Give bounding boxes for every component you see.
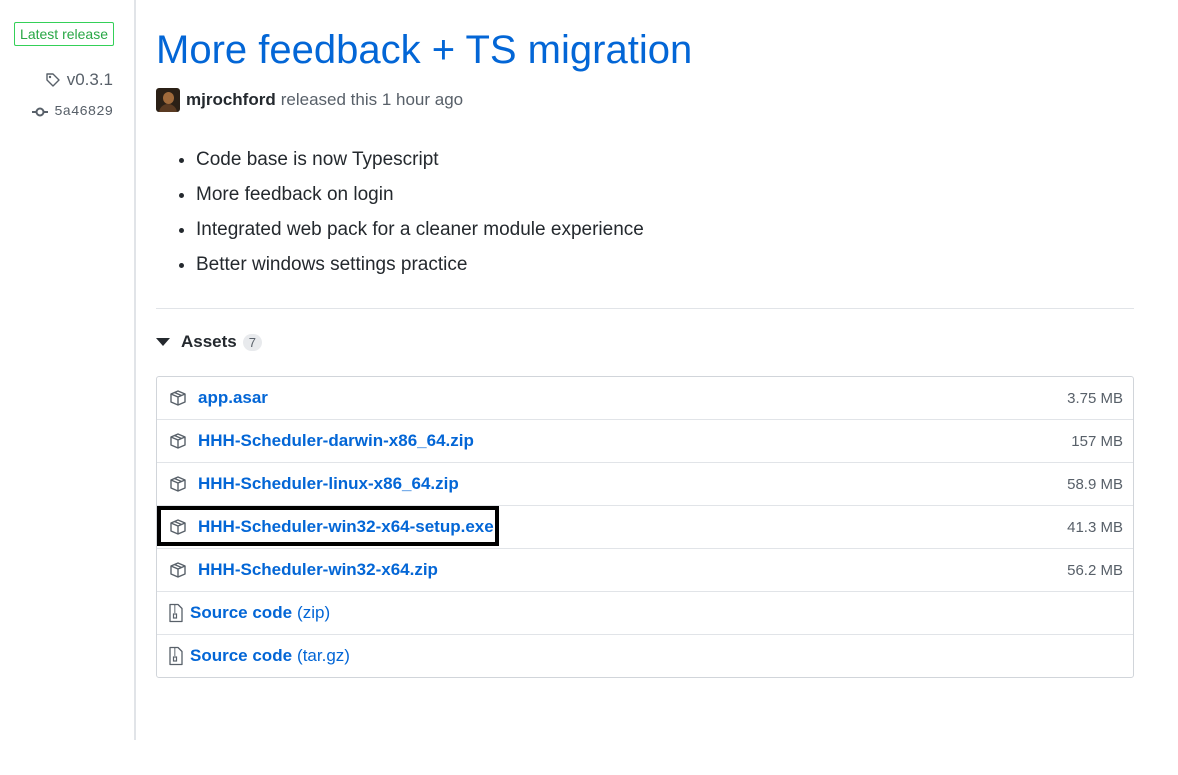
author-link[interactable]: mjrochford — [186, 90, 276, 110]
package-icon — [170, 519, 186, 535]
list-item: Code base is now Typescript — [196, 148, 644, 183]
asset-row: HHH-Scheduler-darwin-x86_64.zip 157 MB — [157, 420, 1133, 463]
asset-size: 56.2 MB — [1067, 561, 1123, 579]
source-code-zip-link[interactable]: Source code (zip) — [168, 603, 330, 623]
source-row: Source code (zip) — [157, 592, 1133, 635]
source-code-label: Source code — [190, 646, 293, 665]
release-time: released this 1 hour ago — [280, 90, 464, 109]
release-tag: v0.3.1 — [66, 70, 113, 89]
asset-name: app.asar — [198, 388, 268, 407]
source-code-label: Source code — [190, 603, 293, 622]
list-item: Better windows settings practice — [196, 253, 644, 288]
list-item: Integrated web pack for a cleaner module… — [196, 218, 644, 253]
assets-toggle[interactable]: Assets 7 — [156, 332, 262, 352]
release-notes: Code base is now Typescript More feedbac… — [178, 148, 644, 288]
asset-link-app-asar[interactable]: app.asar — [168, 388, 268, 408]
commit-sha: 5a46829 — [54, 104, 113, 120]
source-format: (tar.gz) — [297, 646, 350, 665]
source-code-targz-link[interactable]: Source code (tar.gz) — [168, 646, 350, 666]
asset-name: HHH-Scheduler-darwin-x86_64.zip — [198, 431, 474, 450]
assets-list: app.asar 3.75 MB HHH-Scheduler-darwin-x8… — [156, 376, 1134, 678]
asset-row: app.asar 3.75 MB — [157, 377, 1133, 420]
asset-name: HHH-Scheduler-linux-x86_64.zip — [198, 474, 459, 493]
divider — [156, 308, 1134, 309]
asset-size: 157 MB — [1071, 432, 1123, 450]
release-byline: mjrochford released this 1 hour ago — [156, 88, 463, 112]
tag-icon — [45, 73, 60, 87]
asset-row: HHH-Scheduler-win32-x64-setup.exe 41.3 M… — [157, 506, 1133, 549]
asset-name: HHH-Scheduler-win32-x64.zip — [198, 560, 438, 579]
list-item: More feedback on login — [196, 183, 644, 218]
asset-name: HHH-Scheduler-win32-x64-setup.exe — [198, 517, 494, 536]
asset-size: 41.3 MB — [1067, 518, 1123, 536]
source-row: Source code (tar.gz) — [157, 635, 1133, 677]
commit-link[interactable]: 5a46829 — [32, 104, 113, 120]
file-zip-icon — [169, 603, 183, 623]
package-icon — [170, 390, 186, 406]
asset-link-win32-setup-exe[interactable]: HHH-Scheduler-win32-x64-setup.exe — [168, 517, 494, 537]
asset-size: 3.75 MB — [1067, 389, 1123, 407]
release-sidebar: Latest release v0.3.1 5a46829 — [0, 0, 136, 740]
asset-link-darwin-zip[interactable]: HHH-Scheduler-darwin-x86_64.zip — [168, 431, 474, 451]
asset-link-win32-zip[interactable]: HHH-Scheduler-win32-x64.zip — [168, 560, 438, 580]
latest-release-badge: Latest release — [14, 22, 114, 46]
caret-down-icon — [156, 338, 170, 346]
asset-link-linux-zip[interactable]: HHH-Scheduler-linux-x86_64.zip — [168, 474, 459, 494]
release-title[interactable]: More feedback + TS migration — [156, 28, 692, 73]
source-format: (zip) — [297, 603, 331, 622]
assets-count: 7 — [242, 333, 262, 351]
asset-row: HHH-Scheduler-linux-x86_64.zip 58.9 MB — [157, 463, 1133, 506]
release-tag-link[interactable]: v0.3.1 — [45, 70, 113, 90]
file-zip-icon — [169, 646, 183, 666]
asset-size: 58.9 MB — [1067, 475, 1123, 493]
package-icon — [170, 433, 186, 449]
avatar[interactable] — [156, 88, 180, 112]
package-icon — [170, 476, 186, 492]
commit-icon — [32, 107, 49, 117]
assets-label: Assets — [181, 332, 237, 351]
package-icon — [170, 562, 186, 578]
asset-row: HHH-Scheduler-win32-x64.zip 56.2 MB — [157, 549, 1133, 592]
